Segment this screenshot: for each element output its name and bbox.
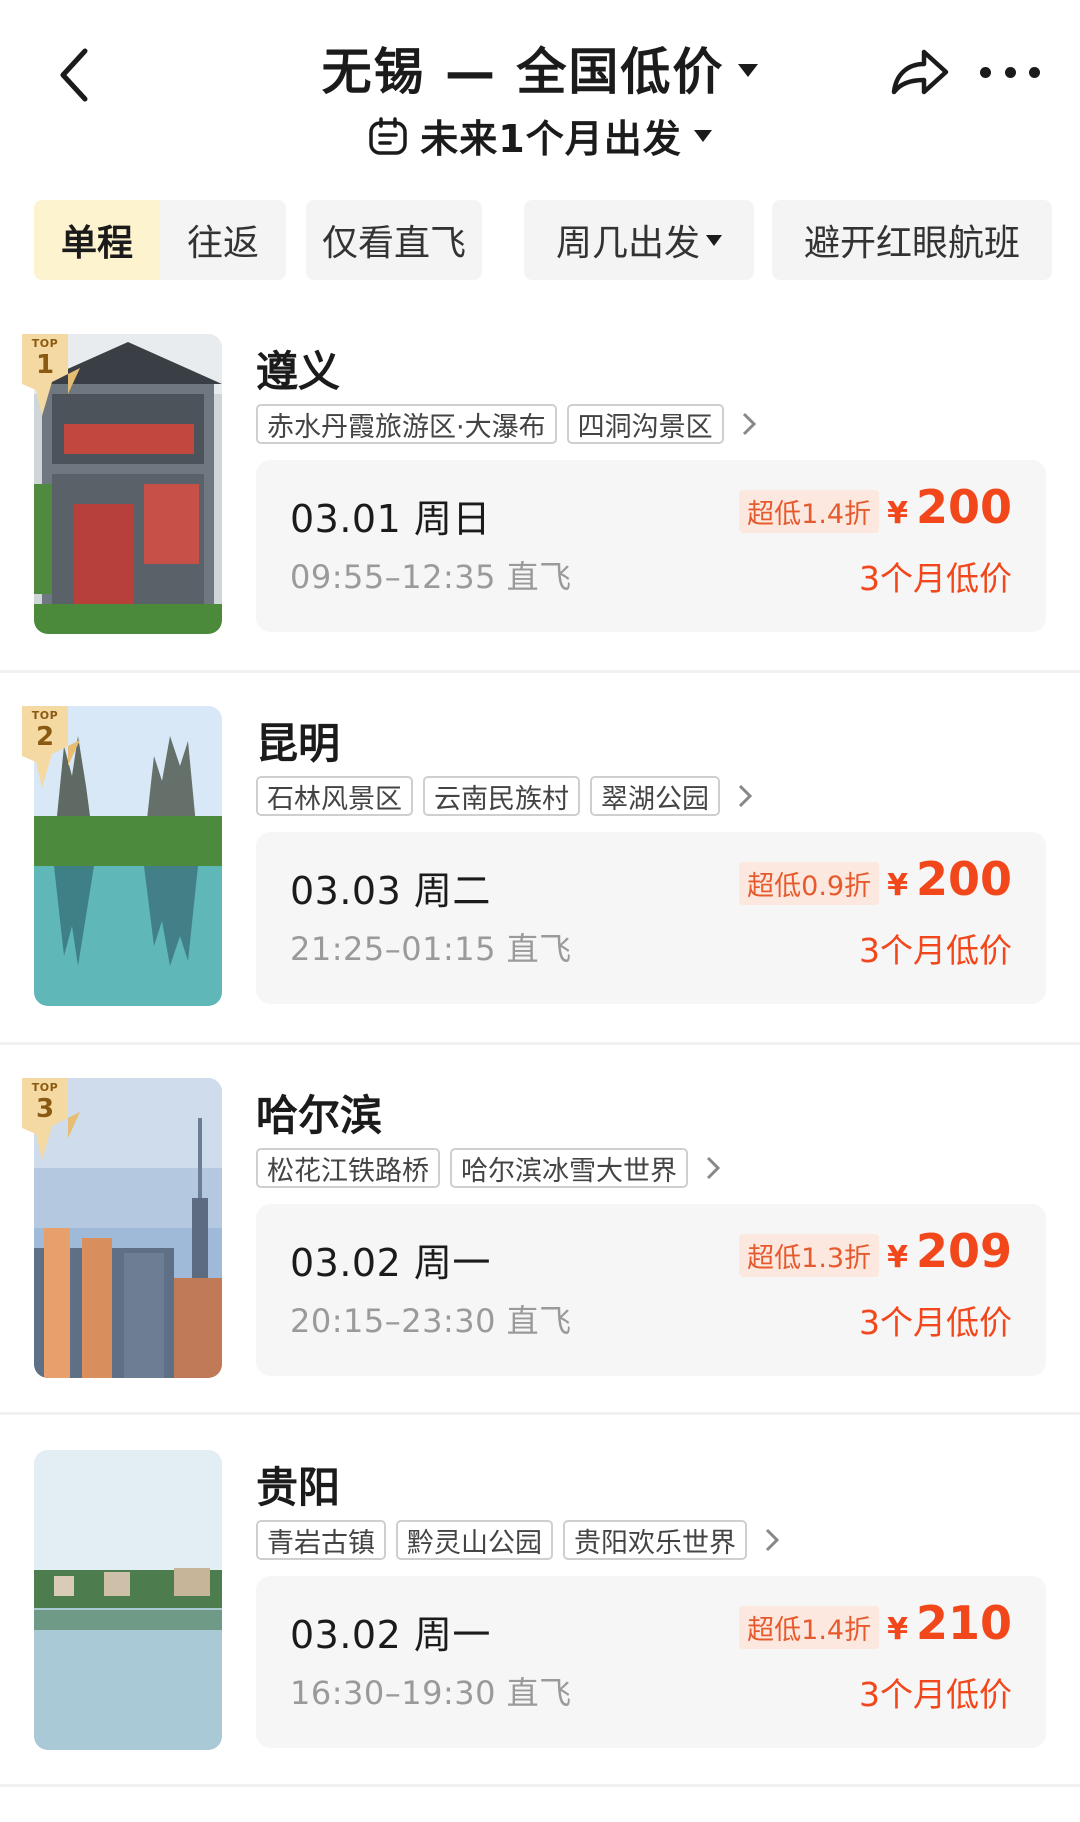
flight-offer[interactable]: 03.02 周一 20:15–23:30 直飞 超低1.3折 ¥ 209 3个月… (256, 1204, 1046, 1376)
attraction-tag: 赤水丹霞旅游区·大瀑布 (256, 404, 557, 444)
flight-time: 20:15–23:30 直飞 (290, 1302, 572, 1340)
city-name: 哈尔滨 (256, 1091, 383, 1140)
low-price-note: 3个月低价 (859, 931, 1012, 970)
date-range-selector[interactable]: 未来1个月出发 (0, 108, 1080, 163)
price: 200 (915, 480, 1012, 534)
divider (0, 1042, 1080, 1045)
price: 210 (915, 1596, 1012, 1650)
attraction-tag: 贵阳欢乐世界 (563, 1520, 747, 1560)
price-row: 超低1.3折 ¥ 209 (739, 1224, 1012, 1278)
destination-card[interactable]: TOP 1 遵义 赤水丹霞旅游区·大瀑布 四洞沟景区 03.01 周日 09:5… (0, 334, 1080, 706)
destination-card[interactable]: 贵阳 青岩古镇 黔灵山公园 贵阳欢乐世界 03.02 周一 16:30–19:3… (0, 1450, 1080, 1822)
avoid-red-eye-label: 避开红眼航班 (803, 223, 1020, 264)
attraction-tags[interactable]: 石林风景区 云南民族村 翠湖公园 (256, 776, 760, 816)
chevron-down-icon (706, 234, 722, 246)
destination-card[interactable]: TOP 2 昆明 石林风景区 云南民族村 翠湖公园 03.03 周二 21:25… (0, 706, 1080, 1078)
attraction-tag: 云南民族村 (423, 776, 580, 816)
low-price-note: 3个月低价 (859, 1675, 1012, 1714)
city-name: 遵义 (256, 347, 341, 396)
flight-time: 09:55–12:35 直飞 (290, 558, 572, 596)
more-icon-dot (1029, 66, 1040, 78)
discount-badge: 超低1.3折 (739, 1234, 880, 1277)
filter-bar: 单程 往返 仅看直飞 周几出发 避开红眼航班 (34, 200, 1054, 280)
share-button[interactable] (888, 44, 958, 104)
weekday-filter[interactable]: 周几出发 (524, 200, 754, 280)
destination-card[interactable]: TOP 3 哈尔滨 松花江铁路桥 哈尔滨冰雪大世界 03.02 周一 20:15… (0, 1078, 1080, 1450)
attraction-tag: 青岩古镇 (256, 1520, 386, 1560)
price-row: 超低1.4折 ¥ 210 (739, 1596, 1012, 1650)
top-rank-badge: TOP 1 (22, 334, 80, 416)
weekday-label: 周几出发 (555, 223, 700, 264)
currency-symbol: ¥ (887, 1240, 908, 1275)
date-range-label: 未来1个月出发 (420, 117, 682, 161)
attraction-tag: 哈尔滨冰雪大世界 (450, 1148, 688, 1188)
price-row: 超低0.9折 ¥ 200 (739, 852, 1012, 906)
rank-number: 2 (35, 722, 55, 752)
low-price-note: 3个月低价 (859, 1303, 1012, 1342)
calendar-icon (369, 116, 408, 155)
currency-symbol: ¥ (887, 496, 908, 531)
chevron-right-icon (698, 1148, 728, 1188)
more-icon (980, 66, 991, 78)
top-label: TOP (31, 337, 59, 350)
top-label: TOP (31, 709, 59, 722)
attraction-tag: 石林风景区 (256, 776, 413, 816)
price: 209 (915, 1224, 1012, 1278)
city-name: 贵阳 (256, 1463, 341, 1512)
departure-date: 03.03 周二 (290, 869, 491, 913)
attraction-tags[interactable]: 赤水丹霞旅游区·大瀑布 四洞沟景区 (256, 404, 764, 444)
avoid-red-eye-filter[interactable]: 避开红眼航班 (772, 200, 1052, 280)
attraction-tags[interactable]: 松花江铁路桥 哈尔滨冰雪大世界 (256, 1148, 728, 1188)
chevron-down-icon (738, 63, 759, 77)
departure-date: 03.01 周日 (290, 497, 491, 541)
chevron-down-icon (693, 129, 712, 142)
more-icon-dot (1004, 66, 1016, 78)
currency-symbol: ¥ (887, 868, 908, 903)
top-rank-badge: TOP 3 (22, 1078, 80, 1160)
divider (0, 670, 1080, 673)
price: 200 (915, 852, 1012, 906)
rank-number: 1 (35, 350, 55, 380)
attraction-tag: 黔灵山公园 (396, 1520, 553, 1560)
departure-date: 03.02 周一 (290, 1241, 491, 1285)
currency-symbol: ¥ (887, 1612, 908, 1647)
divider (0, 1412, 1080, 1415)
divider (0, 1784, 1080, 1787)
chevron-right-icon (757, 1520, 787, 1560)
top-label: TOP (31, 1081, 59, 1094)
discount-badge: 超低0.9折 (739, 862, 880, 905)
discount-badge: 超低1.4折 (739, 490, 880, 533)
low-price-note: 3个月低价 (859, 559, 1012, 598)
route-title-text: 无锡 — 全国低价 (321, 43, 725, 101)
tab-one-way[interactable]: 单程 (34, 200, 160, 280)
chevron-right-icon (734, 404, 764, 444)
flight-offer[interactable]: 03.02 周一 16:30–19:30 直飞 超低1.4折 ¥ 210 3个月… (256, 1576, 1046, 1748)
tab-round-trip[interactable]: 往返 (160, 200, 286, 280)
attraction-tags[interactable]: 青岩古镇 黔灵山公园 贵阳欢乐世界 (256, 1520, 787, 1560)
flight-time: 21:25–01:15 直飞 (290, 930, 572, 968)
top-bar: 无锡 — 全国低价 未来1个月出发 (0, 0, 1080, 180)
destination-photo (34, 1450, 222, 1750)
flight-time: 16:30–19:30 直飞 (290, 1674, 572, 1712)
share-icon (891, 49, 949, 95)
more-button[interactable] (980, 52, 1040, 92)
rank-number: 3 (35, 1094, 55, 1124)
direct-only-filter[interactable]: 仅看直飞 (306, 200, 482, 280)
direct-only-label: 仅看直飞 (321, 223, 466, 264)
departure-date: 03.02 周一 (290, 1613, 491, 1657)
attraction-tag: 松花江铁路桥 (256, 1148, 440, 1188)
trip-type-toggle: 单程 往返 (34, 200, 286, 280)
discount-badge: 超低1.4折 (739, 1606, 880, 1649)
attraction-tag: 翠湖公园 (590, 776, 720, 816)
top-rank-badge: TOP 2 (22, 706, 80, 788)
attraction-tag: 四洞沟景区 (566, 404, 724, 444)
chevron-right-icon (730, 776, 760, 816)
flight-offer[interactable]: 03.01 周日 09:55–12:35 直飞 超低1.4折 ¥ 200 3个月… (256, 460, 1046, 632)
price-row: 超低1.4折 ¥ 200 (739, 480, 1012, 534)
city-name: 昆明 (256, 719, 341, 768)
flight-offer[interactable]: 03.03 周二 21:25–01:15 直飞 超低0.9折 ¥ 200 3个月… (256, 832, 1046, 1004)
